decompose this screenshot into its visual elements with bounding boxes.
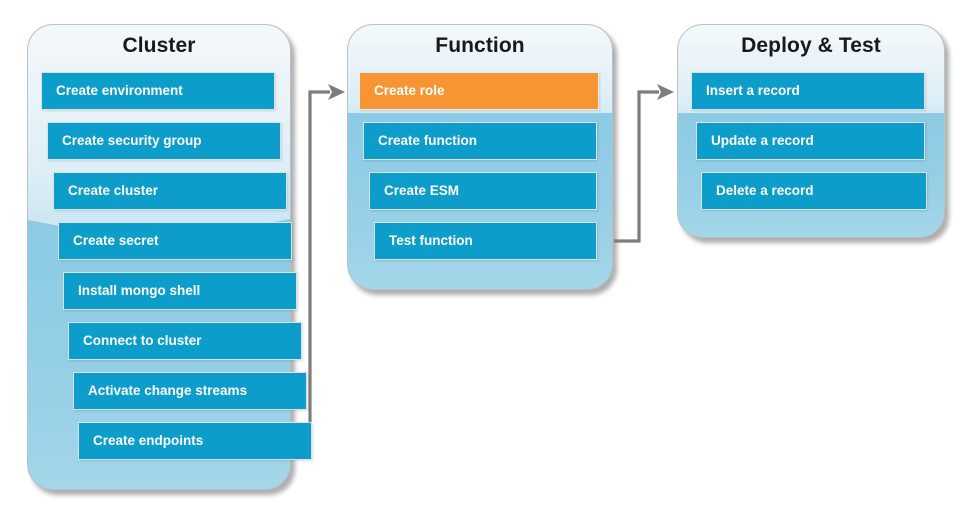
step-update-a-record[interactable]: Update a record [696, 122, 925, 160]
step-insert-a-record[interactable]: Insert a record [691, 72, 925, 110]
group-title-deploy-test: Deploy & Test [741, 34, 881, 57]
step-label: Create environment [56, 83, 183, 99]
step-install-mongo-shell[interactable]: Install mongo shell [63, 272, 297, 310]
step-create-secret[interactable]: Create secret [58, 222, 292, 260]
step-label: Update a record [711, 133, 814, 149]
step-create-environment[interactable]: Create environment [41, 72, 275, 110]
diagram-canvas: Cluster Create environment Create securi… [0, 0, 965, 505]
step-create-function[interactable]: Create function [363, 122, 597, 160]
step-label: Insert a record [706, 83, 800, 99]
step-label: Activate change streams [88, 383, 248, 399]
step-connect-to-cluster[interactable]: Connect to cluster [68, 322, 302, 360]
step-label: Delete a record [716, 183, 814, 199]
connector-function-to-deploy [614, 80, 684, 255]
step-label: Create security group [62, 133, 202, 149]
step-delete-a-record[interactable]: Delete a record [701, 172, 927, 210]
step-label: Create endpoints [93, 433, 204, 449]
group-title-function: Function [435, 34, 525, 57]
step-label: Create function [378, 133, 478, 149]
step-create-endpoints[interactable]: Create endpoints [78, 422, 312, 460]
step-create-esm[interactable]: Create ESM [369, 172, 597, 210]
step-label: Create role [374, 83, 445, 99]
step-activate-change-streams[interactable]: Activate change streams [73, 372, 307, 410]
step-test-function[interactable]: Test function [374, 222, 597, 260]
step-create-cluster[interactable]: Create cluster [53, 172, 287, 210]
step-label: Create ESM [384, 183, 460, 199]
step-create-role[interactable]: Create role [359, 72, 599, 110]
step-create-security-group[interactable]: Create security group [47, 122, 281, 160]
step-label: Create secret [73, 233, 159, 249]
step-label: Test function [389, 233, 473, 249]
step-label: Connect to cluster [83, 333, 202, 349]
step-label: Create cluster [68, 183, 159, 199]
group-title-cluster: Cluster [122, 34, 196, 57]
step-label: Install mongo shell [78, 283, 201, 299]
